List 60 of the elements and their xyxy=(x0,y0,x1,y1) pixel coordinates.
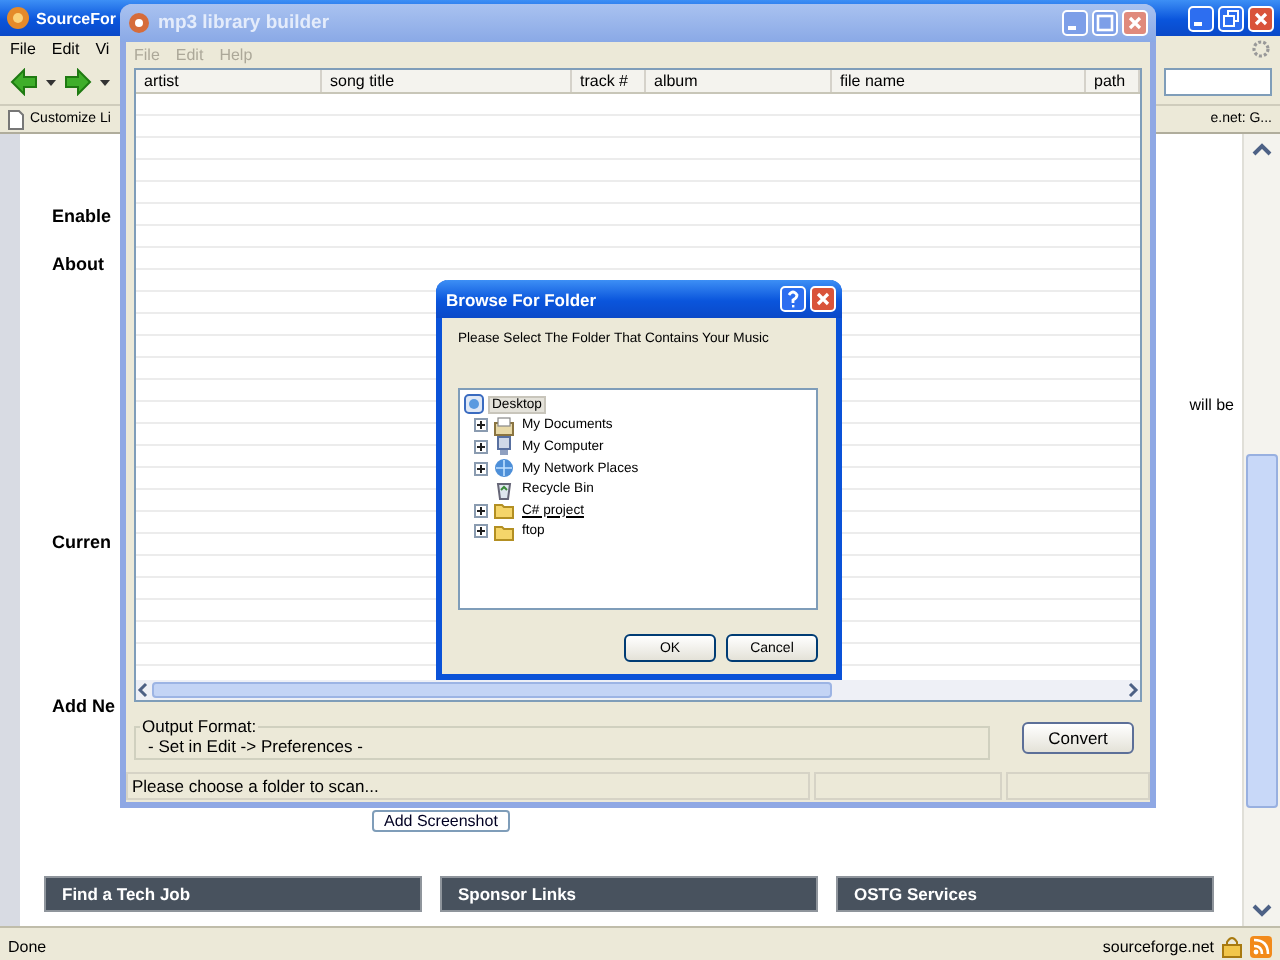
feed-icon xyxy=(1250,935,1272,957)
scroll-thumb[interactable] xyxy=(1246,453,1278,807)
help-button[interactable] xyxy=(780,286,806,312)
section-bar: Sponsor Links xyxy=(440,876,818,912)
column-header[interactable]: track # xyxy=(572,70,646,92)
section-bar: Find a Tech Job xyxy=(44,876,422,912)
body-text: will be xyxy=(1189,396,1234,414)
caret-icon[interactable] xyxy=(100,79,110,85)
menu-item[interactable]: Edit xyxy=(51,39,80,57)
status-domain: sourceforge.net xyxy=(1102,937,1214,955)
window-title: SourceFor xyxy=(36,9,117,27)
window-title: mp3 library builder xyxy=(158,12,330,34)
forward-arrow-icon[interactable] xyxy=(65,68,92,96)
app-icon xyxy=(129,13,149,33)
minimize-button[interactable] xyxy=(1062,10,1088,36)
column-header[interactable]: song title xyxy=(322,70,572,92)
section-heading: About xyxy=(52,254,104,274)
scroll-thumb[interactable] xyxy=(152,682,833,698)
add-screenshot-button[interactable]: Add Screenshot xyxy=(372,810,510,832)
maximize-button[interactable] xyxy=(1092,10,1118,36)
app-icon xyxy=(7,7,29,29)
network-icon xyxy=(495,459,513,478)
section-heading: Add Ne xyxy=(52,696,115,716)
column-header[interactable]: album xyxy=(646,70,832,92)
dialog-title: Browse For Folder xyxy=(446,289,599,309)
status-panel xyxy=(1006,772,1150,800)
column-header[interactable]: file name xyxy=(832,70,1086,92)
expand-icon[interactable] xyxy=(474,461,488,476)
recycle-icon xyxy=(496,482,512,500)
status-text: Please choose a folder to scan... xyxy=(126,772,810,800)
back-arrow-icon[interactable] xyxy=(10,68,37,96)
expand-icon[interactable] xyxy=(474,439,488,454)
convert-button[interactable]: Convert xyxy=(1022,722,1134,754)
documents-icon xyxy=(494,417,514,436)
restore-button[interactable] xyxy=(1218,5,1244,31)
output-format-value: - Set in Edit -> Preferences - xyxy=(148,736,365,756)
expand-icon[interactable] xyxy=(474,418,488,433)
status-text: Done xyxy=(8,937,47,955)
caret-icon[interactable] xyxy=(46,79,56,85)
address-field[interactable] xyxy=(1164,68,1272,96)
lock-icon xyxy=(1222,936,1242,957)
section-heading: Curren xyxy=(52,532,112,552)
desktop-icon xyxy=(464,394,484,415)
expand-icon[interactable] xyxy=(474,524,488,539)
horizontal-scrollbar[interactable] xyxy=(136,680,1140,700)
section-bar: OSTG Services xyxy=(836,876,1214,912)
column-header[interactable]: path xyxy=(1086,70,1140,92)
close-button[interactable] xyxy=(810,286,836,312)
section-heading: Enable xyxy=(52,206,112,226)
scrollbar[interactable] xyxy=(1242,134,1280,926)
menu-item[interactable]: File xyxy=(10,39,36,57)
close-button[interactable] xyxy=(1248,5,1274,31)
group-label: Output Format: xyxy=(140,716,259,736)
page-icon xyxy=(8,109,24,129)
minimize-button[interactable] xyxy=(1188,5,1214,31)
column-header[interactable]: artist xyxy=(136,70,322,92)
close-button[interactable] xyxy=(1122,10,1148,36)
expand-icon[interactable] xyxy=(474,503,488,518)
menu-item[interactable]: Vi xyxy=(95,39,110,57)
computer-icon xyxy=(497,436,511,456)
